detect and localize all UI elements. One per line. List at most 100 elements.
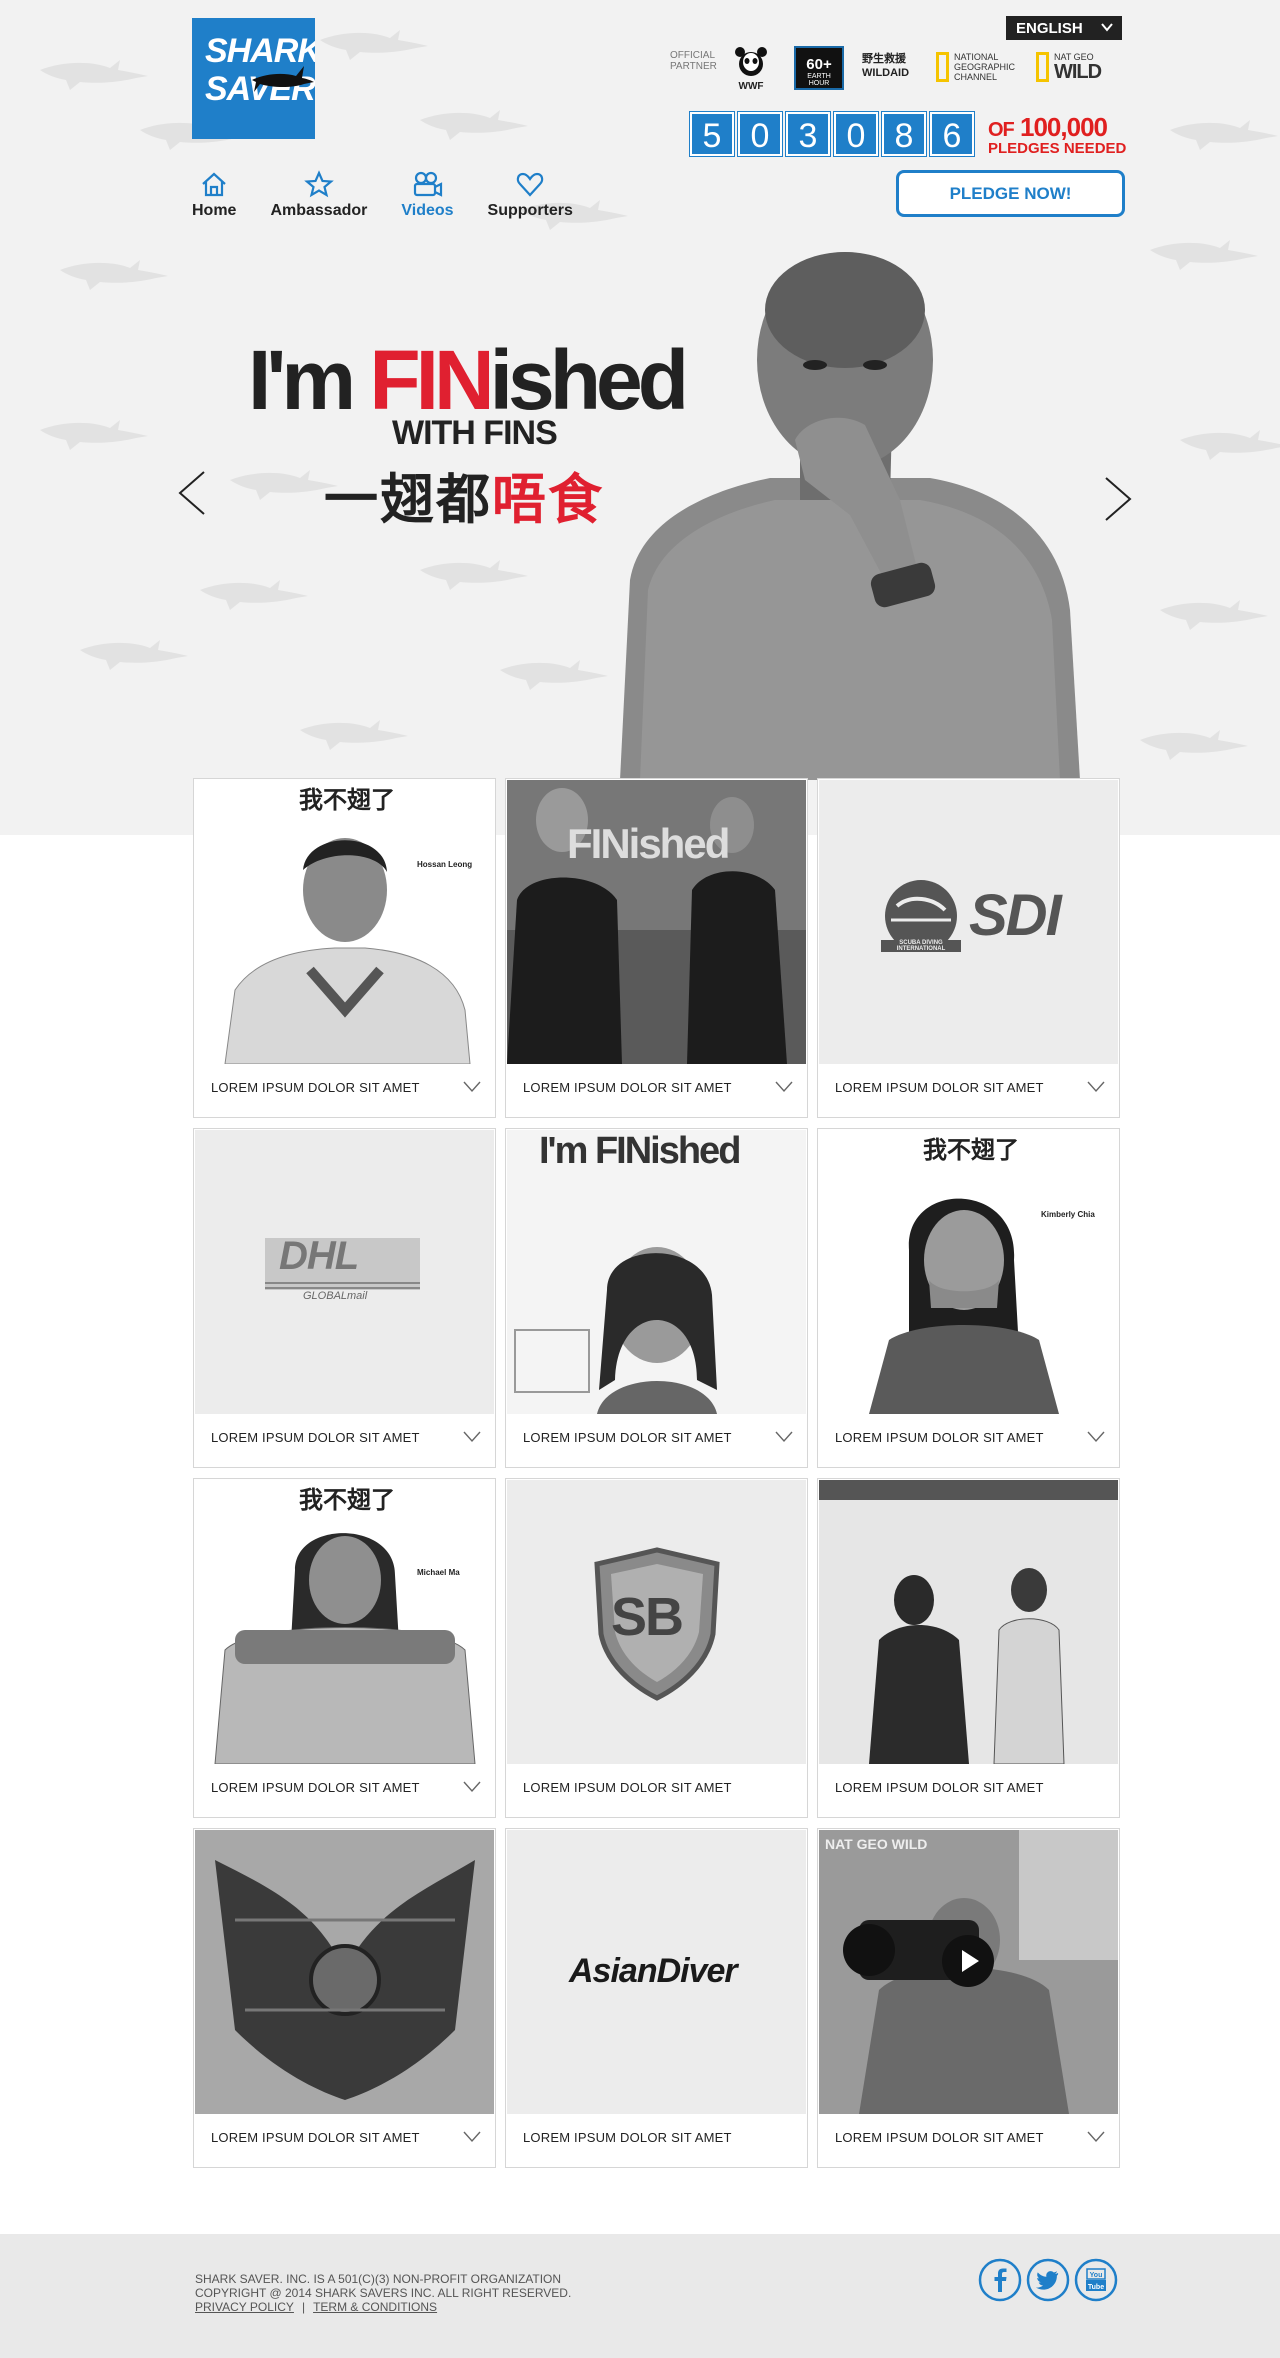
sdi-small-text: SCUBA DIVING INTERNATIONAL <box>881 940 961 952</box>
official-partner-label: OFFICIAL PARTNER <box>670 50 717 72</box>
play-icon[interactable] <box>941 1934 995 1988</box>
footer-org-text: SHARK SAVER. INC. IS A 501(C)(3) NON-PRO… <box>195 2272 562 2286</box>
thumbnail-event[interactable] <box>819 1480 1118 1764</box>
card-caption: LOREM IPSUM DOLOR SIT AMET <box>211 2130 420 2145</box>
thumbnail-text: NAT GEO WILD <box>825 1836 928 1852</box>
natgeo-wild-logo[interactable]: NAT GEO WILD <box>1036 52 1126 86</box>
privacy-policy-link[interactable]: PRIVACY POLICY <box>195 2300 294 2314</box>
ambassador-name: Hossan Leong <box>417 860 473 869</box>
chevron-down-icon[interactable] <box>463 1081 481 1093</box>
video-card[interactable]: DHL GLOBALmail LOREM IPSUM DOLOR SIT AME… <box>193 1128 496 1468</box>
thumbnail-video[interactable]: NAT GEO WILD <box>819 1830 1118 2114</box>
carousel-next-arrow[interactable] <box>1100 476 1134 522</box>
wwf-logo[interactable]: WWF <box>733 46 769 94</box>
video-card[interactable]: LOREM IPSUM DOLOR SIT AMET <box>193 1828 496 2168</box>
shark-savers-logo[interactable]: SHARK SAVERS <box>192 18 315 139</box>
video-card[interactable]: SCUBA DIVING INTERNATIONAL SDI LOREM IPS… <box>817 778 1120 1118</box>
nav-item-home[interactable]: Home <box>192 170 236 220</box>
carousel-prev-arrow[interactable] <box>176 470 210 516</box>
counter-digit: 6 <box>929 111 975 157</box>
chevron-down-icon[interactable] <box>775 1431 793 1443</box>
card-caption: LOREM IPSUM DOLOR SIT AMET <box>523 1080 732 1095</box>
language-select[interactable]: ENGLISH <box>1006 16 1122 40</box>
shark-icon <box>252 66 314 92</box>
card-caption: LOREM IPSUM DOLOR SIT AMET <box>211 1430 420 1445</box>
nav-item-videos[interactable]: Videos <box>401 170 454 220</box>
chevron-down-icon[interactable] <box>463 2131 481 2143</box>
language-label: ENGLISH <box>1016 20 1083 37</box>
facebook-icon[interactable] <box>978 2258 1022 2302</box>
earth-hour-text: EARTH HOUR <box>807 73 831 87</box>
thumbnail-logo[interactable]: DHL GLOBALmail <box>195 1130 494 1414</box>
chevron-down-icon[interactable] <box>775 1081 793 1093</box>
thumbnail-portrait[interactable]: 我不翅了 Michael Ma <box>195 1480 494 1764</box>
chevron-down-icon[interactable] <box>463 1431 481 1443</box>
video-card[interactable]: FINished LOREM IPSUM DOLOR SIT AMET <box>505 778 808 1118</box>
video-card[interactable]: NAT GEO WILD LOREM IPSUM DOLOR SIT AMET <box>817 1828 1120 2168</box>
card-caption: LOREM IPSUM DOLOR SIT AMET <box>835 1080 1044 1095</box>
card-caption: LOREM IPSUM DOLOR SIT AMET <box>523 1430 732 1445</box>
portrait-image <box>214 1533 476 1764</box>
nav-label: Home <box>192 202 237 219</box>
card-caption: LOREM IPSUM DOLOR SIT AMET <box>211 1080 420 1095</box>
natgeo-frame-icon <box>936 52 949 82</box>
video-card[interactable]: AsianDiver LOREM IPSUM DOLOR SIT AMET <box>505 1828 808 2168</box>
thumbnail-poster[interactable]: I'm FINished <box>507 1130 806 1414</box>
video-card[interactable]: SB LOREM IPSUM DOLOR SIT AMET <box>505 1478 808 1818</box>
logo-text: SB <box>611 1587 684 1647</box>
card-caption: LOREM IPSUM DOLOR SIT AMET <box>523 2130 732 2145</box>
chevron-down-icon[interactable] <box>1087 2131 1105 2143</box>
heart-icon <box>516 172 544 197</box>
thumbnail-portrait[interactable]: 我不翅了 Hossan Leong <box>195 780 494 1064</box>
logo-text: SDI <box>969 883 1062 948</box>
page: SHARK SAVERS ENGLISH OFFICIAL PARTNER WW… <box>0 0 1280 2358</box>
goal-value: 100,000 <box>1020 112 1108 142</box>
video-card[interactable]: I'm FINished LOREM IPSUM DOLOR SIT AMET <box>505 1128 808 1468</box>
video-card[interactable]: LOREM IPSUM DOLOR SIT AMET <box>817 1478 1120 1818</box>
panda-icon <box>735 47 767 76</box>
footer: SHARK SAVER. INC. IS A 501(C)(3) NON-PRO… <box>0 2234 1280 2358</box>
chevron-down-icon <box>1101 23 1113 32</box>
hero-line-1a: I'm <box>248 333 370 427</box>
earth-hour-number: 60+ <box>806 56 832 73</box>
video-card[interactable]: 我不翅了 Kimberly Chia LOREM IPSUM DOLOR SIT… <box>817 1128 1120 1468</box>
chevron-down-icon[interactable] <box>463 1781 481 1793</box>
home-icon <box>202 172 226 197</box>
counter-digit: 3 <box>785 111 831 157</box>
natgeo-text: NATIONAL GEOGRAPHIC CHANNEL <box>954 52 1016 82</box>
natgeo-channel-logo[interactable]: NATIONAL GEOGRAPHIC CHANNEL <box>936 52 1026 86</box>
thumbnail-illustration[interactable] <box>195 1830 494 2114</box>
logo-text: AsianDiver <box>569 1952 738 1990</box>
thumbnail-headline: 我不翅了 <box>299 1486 395 1514</box>
twitter-icon[interactable] <box>1026 2258 1070 2302</box>
video-card[interactable]: 我不翅了 Hossan Leong LOREM IPSUM DOLOR SIT … <box>193 778 496 1118</box>
thumbnail-logo[interactable]: SCUBA DIVING INTERNATIONAL SDI <box>819 780 1118 1064</box>
terms-link[interactable]: TERM & CONDITIONS <box>313 2300 437 2314</box>
nav-label: Supporters <box>487 202 573 219</box>
partner-logos: OFFICIAL PARTNER WWF 60+ EARTH HOUR 野生救援… <box>670 46 1120 96</box>
nav-item-ambassador[interactable]: Ambassador <box>270 170 367 220</box>
video-card[interactable]: 我不翅了 Michael Ma LOREM IPSUM DOLOR SIT AM… <box>193 1478 496 1818</box>
footer-links: PRIVACY POLICY | TERM & CONDITIONS <box>195 2300 437 2314</box>
wwf-text: WWF <box>738 81 764 92</box>
thumbnail-portrait[interactable]: 我不翅了 Kimberly Chia <box>819 1130 1118 1414</box>
thumbnail-headline: 我不翅了 <box>923 1136 1019 1164</box>
nav-item-supporters[interactable]: Supporters <box>488 170 573 220</box>
earth-hour-logo[interactable]: 60+ EARTH HOUR <box>794 46 844 90</box>
card-caption: LOREM IPSUM DOLOR SIT AMET <box>523 1780 732 1795</box>
chevron-down-icon[interactable] <box>1087 1431 1105 1443</box>
thumbnail-logo[interactable]: AsianDiver <box>507 1830 806 2114</box>
thumbnail-logo[interactable]: SB <box>507 1480 806 1764</box>
main-nav: Home Ambassador Videos Supporters <box>192 170 607 220</box>
pledge-now-button[interactable]: PLEDGE NOW! <box>896 170 1125 217</box>
thumbnail-event[interactable]: FINished <box>507 780 806 1064</box>
counter-digit: 0 <box>833 111 879 157</box>
wildaid-logo[interactable]: 野生救援 WILDAID <box>862 52 922 80</box>
footer-separator: | <box>301 2300 306 2314</box>
chevron-down-icon[interactable] <box>1087 1081 1105 1093</box>
nav-label: Videos <box>401 202 454 219</box>
pledge-counter: 5 0 3 0 8 6 <box>689 111 978 157</box>
youtube-icon[interactable]: You Tube <box>1074 2258 1118 2302</box>
thumbnail-headline: 我不翅了 <box>299 786 395 814</box>
footer-copyright: COPYRIGHT @ 2014 SHARK SAVERS INC. ALL R… <box>195 2286 572 2300</box>
